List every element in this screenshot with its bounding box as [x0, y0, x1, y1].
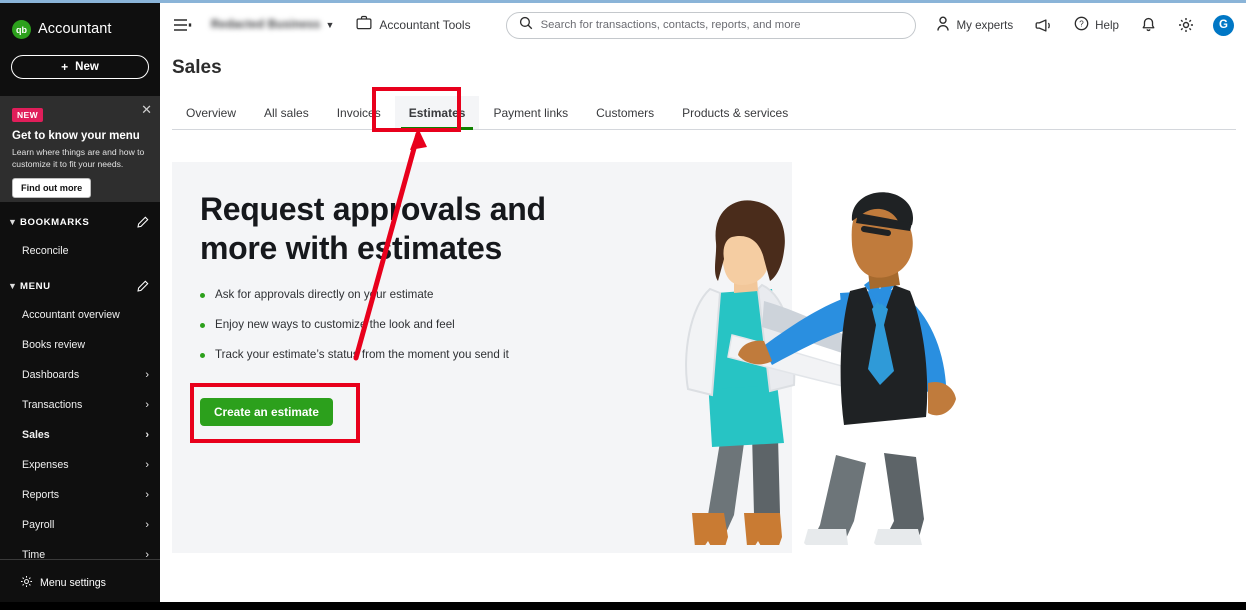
search-icon	[519, 16, 533, 35]
two-people-handshake-illustration	[685, 192, 956, 545]
sidebar-item-accountant-overview[interactable]: Accountant overview	[0, 300, 160, 330]
sidebar-item-label: Books review	[22, 339, 85, 351]
search-placeholder: Search for transactions, contacts, repor…	[540, 19, 801, 31]
sidebar-item-label: Expenses	[22, 459, 69, 471]
app-root: qb Accountant + New ✕ NEW Get to know yo…	[0, 0, 1246, 610]
window-bottom-bar	[0, 602, 1246, 610]
sidebar: qb Accountant + New ✕ NEW Get to know yo…	[0, 3, 160, 605]
sidebar-item-transactions[interactable]: Transactions ›	[0, 390, 160, 420]
pencil-icon[interactable]	[136, 216, 149, 229]
list-item: Ask for approvals directly on your estim…	[200, 287, 620, 302]
page-title: Sales	[172, 57, 222, 78]
help-button[interactable]: ? Help	[1063, 10, 1130, 40]
promo-body: Learn where things are and how to custom…	[12, 147, 145, 169]
my-experts-button[interactable]: My experts	[925, 10, 1024, 40]
bullet-dot-icon	[200, 293, 205, 298]
brand: qb Accountant	[0, 3, 160, 43]
gear-icon	[20, 575, 33, 591]
bell-icon[interactable]	[1130, 10, 1167, 40]
search-input[interactable]: Search for transactions, contacts, repor…	[505, 11, 916, 39]
hero-bullet-list: Ask for approvals directly on your estim…	[200, 287, 620, 377]
sidebar-section-label: BOOKMARKS	[20, 216, 90, 228]
avatar[interactable]: G	[1213, 14, 1234, 36]
close-icon[interactable]: ✕	[141, 103, 152, 116]
chevron-right-icon: ›	[145, 429, 149, 441]
briefcase-icon	[356, 15, 372, 35]
tab-customers[interactable]: Customers	[582, 96, 668, 129]
status-badge: NEW	[12, 108, 44, 122]
settings-gear-icon[interactable]	[1167, 10, 1205, 40]
megaphone-icon[interactable]	[1024, 10, 1063, 40]
qb-logo-icon: qb	[12, 19, 31, 39]
bullet-dot-icon	[200, 323, 205, 329]
sidebar-item-reconcile[interactable]: Reconcile	[0, 236, 160, 266]
sidebar-item-expenses[interactable]: Expenses ›	[0, 450, 160, 480]
tab-all-sales[interactable]: All sales	[250, 96, 323, 129]
sidebar-section-menu[interactable]: ▼ MENU	[0, 272, 160, 300]
hamburger-menu-icon[interactable]	[173, 18, 193, 32]
list-item: Track your estimate’s status from the mo…	[200, 347, 620, 362]
chevron-right-icon: ›	[145, 519, 149, 531]
brand-name: Accountant	[38, 21, 112, 37]
sidebar-item-reports[interactable]: Reports ›	[0, 480, 160, 510]
tab-bar: Overview All sales Invoices Estimates Pa…	[172, 96, 1236, 130]
help-label: Help	[1095, 18, 1119, 32]
pencil-icon[interactable]	[136, 280, 149, 293]
sidebar-item-sales[interactable]: Sales ›	[0, 420, 160, 450]
sidebar-item-label: Reports	[22, 489, 60, 501]
tab-invoices[interactable]: Invoices	[323, 96, 395, 129]
top-bar-actions: My experts ? Help G	[925, 10, 1246, 40]
tab-overview[interactable]: Overview	[172, 96, 250, 129]
chevron-right-icon: ›	[145, 489, 149, 501]
hero-headline: Request approvals and more with estimate…	[200, 191, 546, 267]
menu-settings-button[interactable]: Menu settings	[0, 559, 160, 605]
chevron-down-icon: ▼	[8, 281, 17, 291]
person-icon	[936, 15, 950, 35]
sidebar-item-label: Reconcile	[22, 245, 69, 257]
sidebar-item-books-review[interactable]: Books review	[0, 330, 160, 360]
sidebar-item-label: Dashboards	[22, 369, 80, 381]
accountant-tools-label: Accountant Tools	[379, 18, 471, 32]
tab-payment-links[interactable]: Payment links	[479, 96, 582, 129]
promo-card: ✕ NEW Get to know your menu Learn where …	[0, 96, 160, 202]
sidebar-item-label: Accountant overview	[22, 309, 120, 321]
list-item: Enjoy new ways to customize the look and…	[200, 317, 620, 332]
sidebar-item-label: Transactions	[22, 399, 83, 411]
company-switcher[interactable]: Redacted Business ▼	[211, 19, 334, 31]
bullet-text: Enjoy new ways to customize the look and…	[215, 318, 455, 332]
tab-products-services[interactable]: Products & services	[668, 96, 802, 129]
plus-icon: +	[61, 60, 69, 74]
create-an-estimate-button[interactable]: Create an estimate	[200, 398, 333, 426]
bullet-text: Track your estimate’s status from the mo…	[215, 348, 509, 362]
company-name: Redacted Business	[211, 19, 321, 31]
accountant-tools-button[interactable]: Accountant Tools	[356, 15, 471, 35]
chevron-right-icon: ›	[145, 369, 149, 381]
promo-title: Get to know your menu	[12, 130, 140, 142]
sidebar-section-label: MENU	[20, 280, 51, 292]
chevron-down-icon: ▼	[325, 20, 335, 30]
new-button[interactable]: + New	[11, 55, 149, 79]
sidebar-item-dashboards[interactable]: Dashboards ›	[0, 360, 160, 390]
bullet-text: Ask for approvals directly on your estim…	[215, 288, 434, 301]
new-button-label: New	[75, 61, 99, 73]
tab-estimates[interactable]: Estimates	[394, 96, 480, 130]
sidebar-section-bookmarks[interactable]: ▼ BOOKMARKS	[0, 208, 160, 236]
chevron-down-icon: ▼	[8, 217, 17, 227]
svg-text:qb: qb	[16, 25, 27, 35]
my-experts-label: My experts	[956, 18, 1014, 32]
chevron-right-icon: ›	[145, 399, 149, 411]
bullet-dot-icon	[200, 353, 205, 359]
svg-text:?: ?	[1079, 20, 1084, 29]
sidebar-item-label: Sales	[22, 429, 50, 441]
find-out-more-button[interactable]: Find out more	[12, 178, 92, 199]
menu-settings-label: Menu settings	[40, 576, 106, 589]
sidebar-item-label: Payroll	[22, 519, 55, 531]
help-circle-icon: ?	[1074, 16, 1089, 34]
sidebar-item-payroll[interactable]: Payroll ›	[0, 510, 160, 540]
chevron-right-icon: ›	[145, 459, 149, 471]
top-bar: Redacted Business ▼ Accountant Tools Sea…	[160, 3, 1246, 47]
